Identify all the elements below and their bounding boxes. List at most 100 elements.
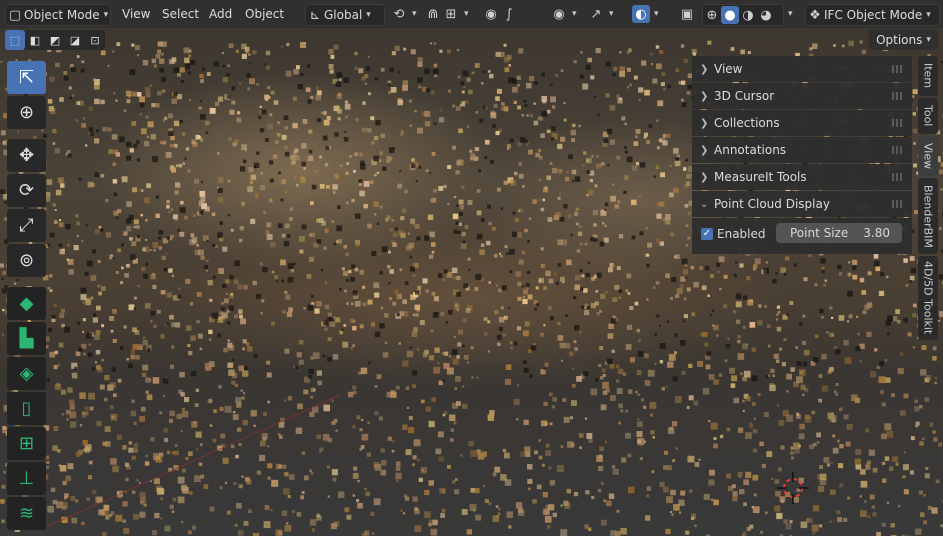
eye-icon: ◉ bbox=[553, 6, 565, 22]
shading-options-dropdown[interactable]: ▾ bbox=[784, 4, 798, 24]
chevron-down-icon: ▾ bbox=[609, 9, 614, 19]
chevron-down-icon: ▾ bbox=[788, 9, 793, 19]
menu-add[interactable]: Add bbox=[209, 4, 232, 24]
point-cloud-body: ✓ Enabled Point Size 3.80 bbox=[692, 218, 912, 254]
window-tool[interactable]: ⊞ bbox=[7, 427, 46, 460]
tab-item[interactable]: Item bbox=[918, 56, 938, 96]
xray-toggle[interactable]: ▣ bbox=[678, 4, 698, 24]
chevron-down-icon: ▾ bbox=[464, 9, 469, 19]
drag-handle-icon[interactable] bbox=[892, 92, 904, 100]
drag-handle-icon[interactable] bbox=[892, 65, 904, 73]
tab-4d5d-toolkit[interactable]: 4D/5D Toolkit bbox=[918, 256, 938, 340]
menu-select[interactable]: Select bbox=[162, 4, 199, 24]
select-new-icon[interactable]: ⬚ bbox=[5, 30, 25, 50]
snapping-controls[interactable]: ⋒ ⊞ ▾ bbox=[424, 4, 476, 24]
door-icon: ▯ bbox=[21, 398, 32, 419]
point-size-field[interactable]: Point Size 3.80 bbox=[776, 223, 902, 243]
enabled-label[interactable]: Enabled bbox=[717, 227, 766, 241]
panel-annotations[interactable]: ❯ Annotations bbox=[692, 137, 912, 163]
drag-handle-icon[interactable] bbox=[892, 146, 904, 154]
slab-tool[interactable]: ◈ bbox=[7, 357, 46, 390]
scale-tool[interactable]: ⤢ bbox=[7, 209, 46, 242]
select-box-tool[interactable]: ⇱ bbox=[7, 61, 46, 94]
column-icon: ⊥ bbox=[18, 468, 35, 489]
door-tool[interactable]: ▯ bbox=[7, 392, 46, 425]
material-shading-icon[interactable]: ◑ bbox=[739, 6, 757, 24]
mode-dropdown[interactable]: ▢ Object Mode ▾ bbox=[5, 4, 111, 26]
select-extend-icon[interactable]: ◧ bbox=[25, 30, 45, 50]
drag-handle-icon[interactable] bbox=[892, 200, 904, 208]
overlays-icon: ◐ bbox=[632, 5, 650, 23]
orientation-dropdown[interactable]: ⊾ Global ▾ bbox=[305, 4, 385, 26]
column-tool[interactable]: ⊥ bbox=[7, 462, 46, 495]
window-icon: ⊞ bbox=[18, 433, 35, 454]
drag-handle-icon[interactable] bbox=[892, 173, 904, 181]
chevron-down-icon: ▾ bbox=[572, 9, 577, 19]
mode-label: Object Mode bbox=[24, 8, 100, 22]
panel-title: 3D Cursor bbox=[714, 89, 775, 103]
ifc-mode-label: IFC Object Mode bbox=[824, 8, 923, 22]
proportional-editing[interactable]: ◉ ∫ bbox=[482, 4, 530, 24]
xray-icon: ▣ bbox=[680, 6, 694, 22]
chevron-down-icon: ▾ bbox=[366, 10, 371, 20]
select-intersect-icon[interactable]: ⊡ bbox=[85, 30, 105, 50]
enabled-checkbox[interactable]: ✓ bbox=[701, 228, 713, 240]
proportional-icon: ◉ bbox=[485, 6, 497, 22]
chevron-down-icon: ▾ bbox=[654, 9, 659, 19]
cursor-tool[interactable]: ⊕ bbox=[7, 96, 46, 129]
axes-icon: ⊾ bbox=[309, 7, 321, 23]
rendered-shading-icon[interactable]: ◕ bbox=[757, 6, 775, 24]
rotate-icon: ⟳ bbox=[18, 180, 35, 201]
shading-modes[interactable]: ⊕ ● ◑ ◕ bbox=[702, 4, 784, 26]
scale-icon: ⤢ bbox=[19, 215, 34, 236]
chevron-down-icon: ⌄ bbox=[700, 198, 709, 210]
cursor-icon: ⊕ bbox=[18, 102, 35, 123]
sidebar-panel: ❯ View ❯ 3D Cursor ❯ Collections ❯ Annotatio… bbox=[692, 56, 912, 254]
overlays-dropdown[interactable]: ◐ ▾ bbox=[632, 4, 670, 24]
tab-label: BlenderBIM bbox=[921, 184, 935, 248]
panel-point-cloud-display[interactable]: ⌄ Point Cloud Display bbox=[692, 191, 912, 217]
move-tool[interactable]: ✥ bbox=[7, 139, 46, 172]
solid-shading-icon[interactable]: ● bbox=[721, 6, 739, 24]
visibility-dropdown[interactable]: ◉ ▾ bbox=[550, 4, 582, 24]
menu-view[interactable]: View bbox=[122, 4, 150, 24]
panel-view[interactable]: ❯ View bbox=[692, 56, 912, 82]
explore-tool[interactable]: ◆ bbox=[7, 287, 46, 320]
sidebar-tabs: Item Tool View BlenderBIM 4D/5D Toolkit bbox=[918, 56, 938, 342]
point-size-value: 3.80 bbox=[863, 226, 890, 240]
tab-tool[interactable]: Tool bbox=[918, 98, 938, 134]
panel-collections[interactable]: ❯ Collections bbox=[692, 110, 912, 136]
stack-tool[interactable]: ≋ bbox=[7, 497, 46, 530]
3d-cursor-icon bbox=[777, 472, 809, 504]
select-invert-icon[interactable]: ◪ bbox=[65, 30, 85, 50]
chevron-down-icon: ▾ bbox=[103, 10, 109, 20]
panel-3d-cursor[interactable]: ❯ 3D Cursor bbox=[692, 83, 912, 109]
rotate-tool[interactable]: ⟳ bbox=[7, 174, 46, 207]
panel-title: Collections bbox=[714, 116, 780, 130]
transform-tool[interactable]: ⊚ bbox=[7, 244, 46, 277]
wall-tool[interactable]: ▙ bbox=[7, 322, 46, 355]
magnet-icon: ⋒ bbox=[427, 6, 439, 22]
panel-measureit[interactable]: ❯ MeasureIt Tools bbox=[692, 164, 912, 190]
tab-label: 4D/5D Toolkit bbox=[921, 261, 935, 335]
tab-view[interactable]: View bbox=[918, 136, 938, 176]
ifc-mode-dropdown[interactable]: ❖ IFC Object Mode ▾ bbox=[805, 4, 940, 26]
panel-title: Point Cloud Display bbox=[714, 197, 830, 211]
pivot-icon: ⟲ bbox=[393, 6, 405, 22]
select-subtract-icon[interactable]: ◩ bbox=[45, 30, 65, 50]
select-box-icon: ⇱ bbox=[18, 67, 35, 88]
options-dropdown[interactable]: Options ▾ bbox=[869, 29, 938, 50]
explore-icon: ◆ bbox=[19, 293, 34, 314]
menu-object[interactable]: Object bbox=[245, 4, 284, 24]
slab-icon: ◈ bbox=[19, 363, 34, 384]
wireframe-shading-icon[interactable]: ⊕ bbox=[703, 6, 721, 24]
gizmo-icon: ↗ bbox=[590, 6, 602, 22]
gizmo-dropdown[interactable]: ↗ ▾ bbox=[587, 4, 623, 24]
tab-label: Tool bbox=[921, 105, 935, 127]
tab-blenderbim[interactable]: BlenderBIM bbox=[918, 178, 938, 254]
drag-handle-icon[interactable] bbox=[892, 119, 904, 127]
panel-title: Annotations bbox=[714, 143, 787, 157]
chevron-right-icon: ❯ bbox=[700, 63, 709, 75]
transform-icon: ⊚ bbox=[18, 250, 35, 271]
pivot-dropdown[interactable]: ⟲ ▾ bbox=[390, 4, 420, 24]
